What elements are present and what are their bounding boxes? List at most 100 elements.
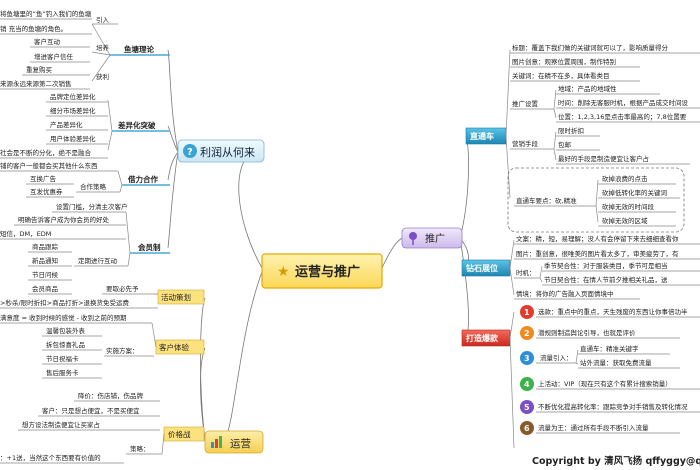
diamond-items: 文案：精，短，易理解；没人有会停留下来去细细查看你 图片：重创意，很唯美的图片看…: [514, 234, 700, 300]
experience-plan-label: 实施方案：: [106, 346, 139, 355]
settings-label: 推广设置: [512, 99, 539, 108]
pond-intro-label: 引入: [96, 15, 110, 24]
list-item: 标题：覆盖下我们做的关键词就可以了，影响质量得分: [512, 43, 669, 52]
promo-label: 推广: [425, 232, 445, 245]
list-item: 文案：精，短，易理解；没人有会停留下来去细细查看你: [516, 234, 679, 243]
list-item: 砍掉浪费的点击: [602, 174, 648, 183]
list-item: 图片创意：观察位置周围，制作特别: [512, 57, 616, 66]
svg-text:3: 3: [524, 354, 530, 363]
list-item: 不断优化提高转化率：跟踪竞争对手销售及转化情况: [538, 402, 688, 411]
list-item: 重复购买: [26, 65, 53, 74]
experience-items: 满意度 = 收到时候的感觉 - 收到之前的预期 实施方案： 温馨包装外表 拆包惊…: [0, 313, 157, 379]
list-item: 满意度 = 收到时候的感觉 - 收到之前的预期: [0, 313, 127, 322]
svg-text:5: 5: [524, 403, 530, 412]
ops-label: 运营: [230, 437, 251, 450]
list-item: 商品跟踪: [32, 242, 59, 251]
price-node[interactable]: 价格战: [163, 426, 205, 442]
list-item: 节日祝福卡: [46, 354, 79, 363]
pond-nurture-label: 培养: [96, 43, 110, 52]
experience-node[interactable]: 客户体验: [155, 339, 205, 355]
list-item: 砍掉低转化率的关键词: [602, 188, 667, 197]
svg-text:4: 4: [524, 380, 530, 389]
list-item: 潜规则制造舆论引导，也就是评价: [538, 328, 636, 337]
list-item: 流量引入：: [540, 353, 573, 362]
copyright-watermark: Copyright by 清风飞扬 qffyggy@q: [532, 455, 700, 467]
hot-node[interactable]: 打造爆款: [461, 311, 515, 449]
points-label: 直通车要点：砍,精准: [516, 196, 577, 205]
price-label: 价格战: [168, 429, 191, 439]
center-label: 运营与推广: [295, 264, 360, 280]
through-train-label: 直通车: [470, 131, 494, 141]
list-item: 选款：重点中的重点，天生残废的东西让你事倍功半: [538, 307, 688, 316]
list-item: 设置门槛，分清主次客户: [56, 202, 128, 211]
diff-node[interactable]: 差异化突破: [107, 99, 170, 151]
list-item: 温馨包装外表: [46, 326, 86, 335]
list-item: 上活动：VIP（现在只有这个有累计搜索销量）: [538, 379, 672, 388]
list-item: 明确告诉客户成为你会员的好处: [18, 215, 110, 224]
through-train-items: 标题：覆盖下我们做的关键词就可以了，影响质量得分 图片创意：观察位置周围，制作特…: [510, 43, 700, 165]
svg-text:2: 2: [524, 329, 530, 338]
price-items: 降价：伤店铺，伤品牌 客户：只是想占便宜，不是买便宜 想方设法制造便宜让买家占 …: [0, 391, 165, 464]
through-train-node[interactable]: 直通车: [465, 49, 511, 199]
list-item: 节日问候: [32, 270, 59, 279]
svg-text:1: 1: [524, 308, 530, 317]
star-icon: ★: [277, 264, 290, 280]
list-item: 社会是不断的分化，绝不是融合: [0, 148, 92, 157]
list-item: 互换广告: [30, 174, 57, 183]
ops-node[interactable]: 运营: [204, 430, 264, 454]
member-node[interactable]: 会员制: [125, 211, 170, 254]
list-item: 地域：产品的地域性: [558, 84, 617, 93]
member-label: 会员制: [138, 242, 161, 252]
list-item: 降价：伤店铺，伤品牌: [78, 391, 144, 400]
list-item: 增进客户信任: [34, 52, 74, 61]
coop-node[interactable]: 借力合作: [122, 174, 170, 186]
list-item: 流量为王：通过所有手段不断引入流量: [538, 423, 649, 432]
experience-label: 客户体验: [159, 342, 189, 352]
profit-label: 利润从何来: [200, 145, 255, 159]
list-item: 直通车：精准关键字: [580, 344, 639, 353]
list-item: 来源永远来源第二次销售: [0, 79, 72, 88]
member-push-label: 定期进行互动: [78, 256, 118, 265]
list-item: 位置：1,2,3,16是点击率最高的；7,8位置要: [558, 112, 687, 121]
list-item: 最好的手段是制造便宜让客户占: [558, 154, 650, 163]
pond-theory-label: 鱼塘理论: [124, 44, 154, 54]
list-item: 关键词：在精不在多，具体看类目: [512, 71, 610, 80]
diamond-node[interactable]: 钻石展位: [461, 239, 515, 296]
list-item: 包邮: [558, 140, 572, 149]
hot-label: 打造爆款: [466, 333, 499, 343]
list-item: 砍掉无效的时间段: [602, 202, 655, 211]
event-label: 活动策划: [161, 292, 191, 302]
coop-items: 铺的客户一般都会买其他什么东西 合作策略 互换广告 互发优惠券: [0, 161, 123, 198]
list-item: 时间：削除无客服时机，根据产品成交时间设: [558, 98, 689, 107]
pond-theory-node[interactable]: 鱼塘理论: [110, 44, 170, 56]
center-node[interactable]: ★ 运营与推广: [261, 253, 383, 289]
coop-strategy-label: 合作策略: [80, 182, 107, 191]
list-item: 互发优惠券: [30, 187, 63, 196]
list-item: 客户：只是想占便宜，不是买便宜: [42, 406, 140, 415]
points-box: 直通车要点：砍,精准 砍掉浪费的点击 砍掉低转化率的关键词 砍掉无效的时间段 砍…: [507, 167, 685, 233]
promo-node[interactable]: 推广: [401, 227, 463, 249]
svg-text:?: ?: [187, 147, 193, 158]
profit-node[interactable]: ? 利润从何来: [177, 139, 265, 163]
list-item: 想方设法制造便宜让买家占: [22, 420, 101, 429]
marketing-label: 营销手段: [512, 139, 539, 148]
hot-steps: 1 选款：重点中的重点，天生残废的东西让你事倍功半 2 潜规则制造舆论引导，也就…: [520, 305, 700, 435]
event-node[interactable]: 活动策划: [157, 289, 205, 305]
list-item: ：+1送，当然这个东西要有价值的: [0, 453, 101, 462]
list-item: 销 充当的鱼塘的角色。: [0, 24, 67, 33]
list-item: 新品通知: [32, 256, 58, 265]
list-item: 拆包惊喜礼品: [46, 340, 85, 349]
list-item: 铺的客户一般都会买其他什么东西: [0, 161, 98, 170]
list-item: 售后服务卡: [46, 368, 79, 377]
list-item: >秒杀/限时折扣>商品打折>退换货免受运费: [0, 298, 130, 307]
member-items: 设置门槛，分清主次客户 明确告诉客户成为你会员的好处 短信，DM，EDM 定期进…: [0, 202, 131, 295]
list-item: 客户互动: [34, 37, 61, 46]
event-items: 要取必先予 >秒杀/限时折扣>商品打折>退换货免受运费: [0, 284, 158, 309]
list-item: 产品差异化: [50, 120, 83, 129]
list-item: 细分市场差异化: [50, 106, 96, 115]
pond-nurture-group: 培养 客户互动 增进客户信任: [30, 37, 111, 63]
list-item: 限时折扣: [558, 126, 584, 135]
svg-text:6: 6: [524, 424, 530, 433]
diff-label: 差异化突破: [117, 120, 156, 130]
list-item: 将鱼塘里的“鱼”钓入我们的鱼塘: [0, 9, 92, 18]
